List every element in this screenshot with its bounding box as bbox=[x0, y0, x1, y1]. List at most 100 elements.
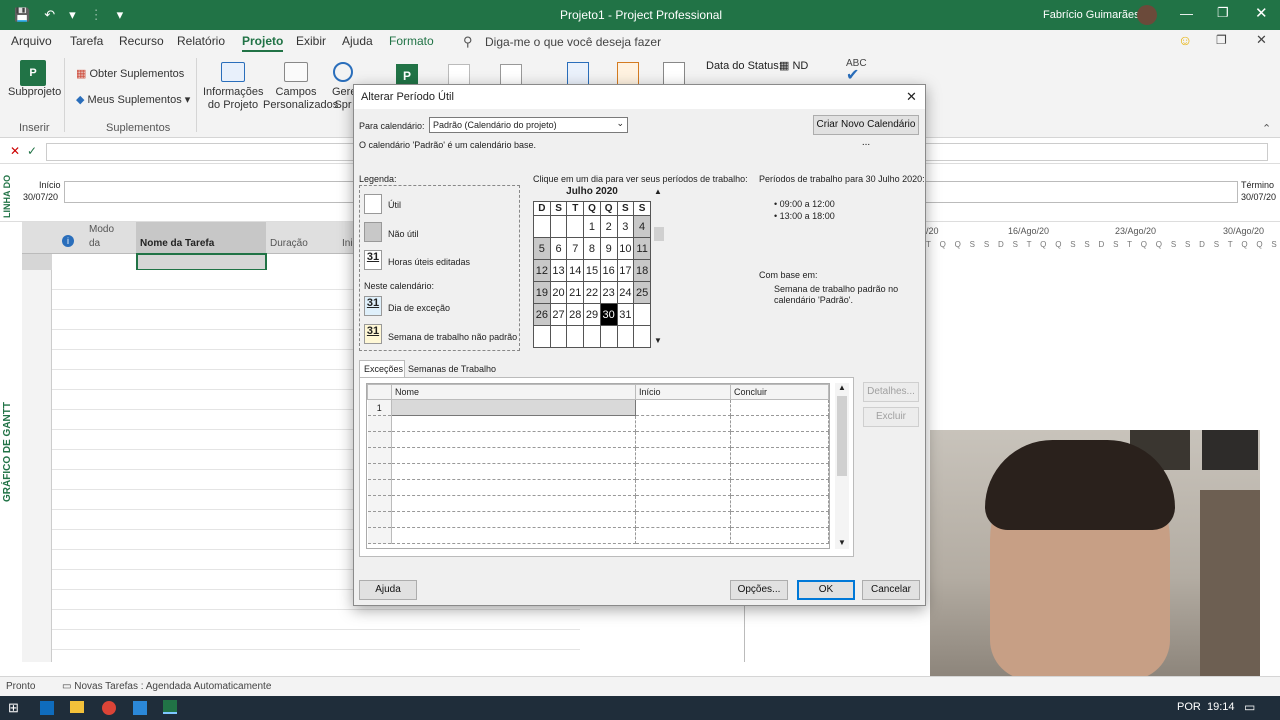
exception-cell[interactable] bbox=[635, 495, 731, 512]
col-nome[interactable]: Nome bbox=[391, 384, 636, 400]
exception-row[interactable]: 1 bbox=[367, 399, 829, 416]
calendar-day[interactable]: 4 bbox=[633, 215, 651, 238]
exception-cell[interactable] bbox=[635, 527, 731, 544]
calendar-day[interactable] bbox=[616, 325, 635, 348]
dialog-close-icon[interactable]: ✕ bbox=[906, 89, 917, 105]
calendar-day[interactable]: 3 bbox=[616, 215, 635, 238]
exception-cell[interactable] bbox=[391, 463, 636, 480]
calendar-day[interactable] bbox=[599, 325, 618, 348]
calendar-day[interactable]: 5 bbox=[533, 237, 551, 260]
tab-ajuda[interactable]: Ajuda bbox=[342, 34, 373, 48]
col-inicio[interactable]: Início bbox=[635, 384, 731, 400]
exception-cell[interactable] bbox=[730, 463, 829, 480]
accept-entry-icon[interactable]: ✓ bbox=[27, 144, 37, 158]
explorer-icon[interactable] bbox=[70, 701, 84, 713]
tab-tarefa[interactable]: Tarefa bbox=[70, 34, 103, 48]
links-button[interactable]: GereSpr bbox=[332, 62, 354, 112]
get-addins-button[interactable]: ▦ Obter Suplementos bbox=[76, 68, 184, 81]
project-info-button[interactable]: Informações do Projeto bbox=[203, 62, 264, 112]
calendar-day[interactable]: 1 bbox=[583, 215, 601, 238]
exception-cell[interactable] bbox=[391, 447, 636, 464]
tab-semanas-trabalho[interactable]: Semanas de Trabalho bbox=[408, 364, 496, 374]
row-header-1[interactable] bbox=[22, 254, 52, 270]
update-project-icon[interactable] bbox=[663, 62, 685, 86]
exception-cell[interactable] bbox=[730, 415, 829, 432]
calendar-day[interactable] bbox=[549, 325, 568, 348]
calendar-day[interactable] bbox=[633, 303, 651, 326]
calendar-day[interactable]: 21 bbox=[566, 281, 585, 304]
my-addins-button[interactable]: ◆ Meus Suplementos ▾ bbox=[76, 94, 190, 107]
scroll-down-icon[interactable]: ▼ bbox=[654, 336, 662, 345]
calendar-day[interactable]: 8 bbox=[583, 237, 601, 260]
save-icon[interactable]: 💾 bbox=[14, 7, 30, 23]
exception-row[interactable] bbox=[367, 463, 829, 480]
exception-cell[interactable] bbox=[391, 479, 636, 496]
tab-relatorio[interactable]: Relatório bbox=[177, 34, 225, 48]
exceptions-scrollbar[interactable]: ▲ ▼ bbox=[835, 383, 849, 549]
custom-fields-button[interactable]: Campos Personalizados bbox=[263, 62, 338, 112]
delete-button[interactable]: Excluir bbox=[863, 407, 919, 427]
calendar-day[interactable]: 12 bbox=[533, 259, 551, 282]
spelling-button[interactable]: ABC ✔ bbox=[846, 58, 867, 84]
calendar-day[interactable]: 27 bbox=[549, 303, 568, 326]
chrome-icon[interactable] bbox=[102, 701, 116, 715]
calendar-day[interactable]: 18 bbox=[633, 259, 651, 282]
notifications-icon[interactable]: ▭ bbox=[1244, 700, 1255, 714]
tab-excecoes[interactable]: Exceções bbox=[359, 360, 405, 378]
minimize-icon[interactable]: — bbox=[1180, 6, 1193, 21]
scrollbar-thumb[interactable] bbox=[837, 396, 847, 476]
exception-cell[interactable] bbox=[730, 495, 829, 512]
status-date-value[interactable]: ▦ ND bbox=[779, 59, 808, 72]
exception-cell[interactable] bbox=[730, 527, 829, 544]
exception-cell[interactable] bbox=[730, 511, 829, 528]
app-icon[interactable] bbox=[133, 701, 147, 715]
calendar-day[interactable]: 25 bbox=[633, 281, 651, 304]
tab-formato[interactable]: Formato bbox=[389, 34, 434, 48]
exception-cell[interactable] bbox=[635, 479, 731, 496]
col-duracao[interactable]: Duração bbox=[270, 238, 308, 249]
calendar-day[interactable]: 6 bbox=[549, 237, 568, 260]
ok-button[interactable]: OK bbox=[797, 580, 855, 600]
calendar-day[interactable]: 26 bbox=[533, 303, 551, 326]
undo-icon[interactable]: ↶ bbox=[44, 7, 55, 23]
exception-row[interactable] bbox=[367, 479, 829, 496]
calendar-day[interactable]: 2 bbox=[599, 215, 618, 238]
info-column-icon[interactable]: i bbox=[62, 235, 74, 247]
calendar-day[interactable]: 24 bbox=[616, 281, 635, 304]
create-new-calendar-button[interactable]: Criar Novo Calendário ... bbox=[813, 115, 919, 148]
calendar-day[interactable] bbox=[533, 215, 551, 238]
exception-cell[interactable] bbox=[730, 479, 829, 496]
exception-row[interactable] bbox=[367, 511, 829, 528]
baseline-icon[interactable] bbox=[567, 62, 589, 86]
move-project-icon[interactable] bbox=[617, 62, 639, 86]
project-taskbar-icon[interactable] bbox=[163, 700, 177, 714]
calendar-day[interactable]: 15 bbox=[583, 259, 601, 282]
details-button[interactable]: Detalhes... bbox=[863, 382, 919, 402]
exception-cell[interactable] bbox=[391, 527, 636, 544]
exception-cell[interactable] bbox=[391, 399, 636, 416]
calendar-day[interactable]: 22 bbox=[583, 281, 601, 304]
clock[interactable]: 19:14 bbox=[1207, 701, 1235, 713]
exception-cell[interactable] bbox=[391, 495, 636, 512]
scroll-down-icon[interactable]: ▼ bbox=[838, 538, 846, 547]
calendar-day[interactable]: 17 bbox=[616, 259, 635, 282]
calendar-day[interactable] bbox=[566, 325, 585, 348]
calendar-day[interactable] bbox=[533, 325, 551, 348]
exceptions-table[interactable]: Nome Início Concluir 1 bbox=[366, 383, 830, 549]
exception-cell[interactable] bbox=[635, 463, 731, 480]
col-nome[interactable]: Nome da Tarefa bbox=[140, 238, 214, 249]
calendar-day[interactable] bbox=[549, 215, 568, 238]
avatar[interactable] bbox=[1137, 5, 1157, 25]
scroll-up-icon[interactable]: ▲ bbox=[654, 187, 662, 196]
calendar-scrollbar-thumb[interactable] bbox=[654, 227, 664, 241]
exception-cell[interactable] bbox=[730, 431, 829, 448]
col-concluir[interactable]: Concluir bbox=[730, 384, 829, 400]
month-calendar[interactable]: DSTQQSS 1 2 3 4 5 6 7 8 9 10 11 12 13 14 15 16 17 18 19 20 2… bbox=[533, 201, 651, 348]
calendar-select[interactable]: Padrão (Calendário do projeto) ⌄ bbox=[429, 117, 628, 133]
exception-row[interactable] bbox=[367, 415, 829, 432]
exception-cell[interactable] bbox=[635, 431, 731, 448]
maximize-icon[interactable]: ❐ bbox=[1217, 5, 1229, 21]
calendar-day[interactable]: 20 bbox=[549, 281, 568, 304]
calendar-day[interactable]: 7 bbox=[566, 237, 585, 260]
exception-row[interactable] bbox=[367, 527, 829, 544]
